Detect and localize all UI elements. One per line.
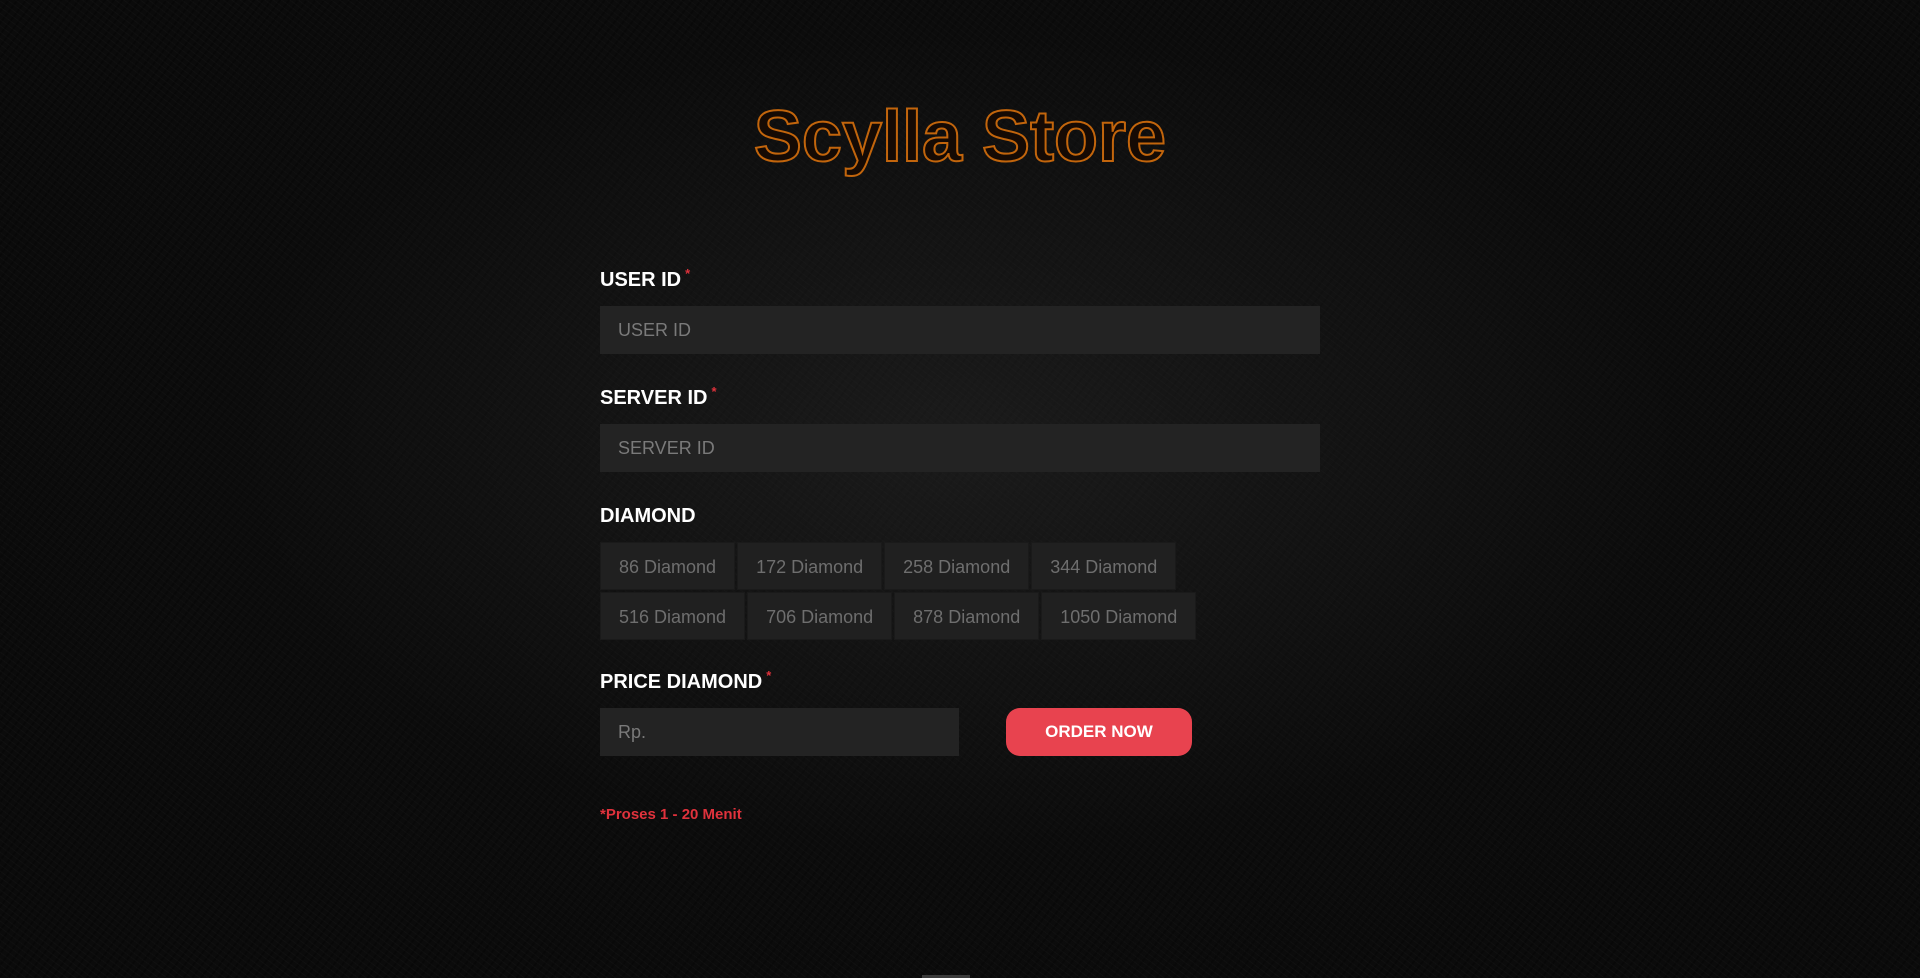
user-id-label: USER ID *: [600, 266, 1320, 294]
required-mark: *: [685, 266, 691, 281]
diamond-option-1050[interactable]: 1050 Diamond: [1041, 592, 1197, 640]
diamond-option-878[interactable]: 878 Diamond: [894, 592, 1040, 640]
diamond-options: 86 Diamond 172 Diamond 258 Diamond 344 D…: [600, 542, 1320, 642]
price-label-text: PRICE DIAMOND: [600, 671, 763, 693]
server-id-label: SERVER ID *: [600, 384, 1320, 412]
diamond-option-172[interactable]: 172 Diamond: [737, 542, 883, 590]
diamond-label: DIAMOND: [600, 502, 1320, 530]
price-row: ORDER NOW: [600, 708, 1320, 756]
diamond-option-258[interactable]: 258 Diamond: [884, 542, 1030, 590]
price-input[interactable]: [600, 708, 959, 756]
server-id-input[interactable]: [600, 424, 1320, 472]
process-time-note: *Proses 1 - 20 Menit: [600, 806, 742, 823]
order-now-button[interactable]: ORDER NOW: [1006, 708, 1192, 756]
user-id-label-text: USER ID: [600, 269, 682, 291]
diamond-option-86[interactable]: 86 Diamond: [600, 542, 736, 590]
diamond-label-text: DIAMOND: [600, 505, 696, 527]
order-form: USER ID* SERVER ID* DIAMOND 86 Diamond 1…: [600, 266, 1320, 823]
required-mark: *: [766, 668, 772, 683]
server-id-label-text: SERVER ID: [600, 387, 708, 409]
diamond-option-706[interactable]: 706 Diamond: [747, 592, 893, 640]
price-label: PRICE DIAMOND *: [600, 668, 1320, 696]
diamond-option-344[interactable]: 344 Diamond: [1031, 542, 1177, 590]
diamond-option-516[interactable]: 516 Diamond: [600, 592, 746, 640]
user-id-input[interactable]: [600, 306, 1320, 354]
required-mark: *: [711, 384, 717, 399]
store-title: Scylla Store: [753, 96, 1167, 178]
